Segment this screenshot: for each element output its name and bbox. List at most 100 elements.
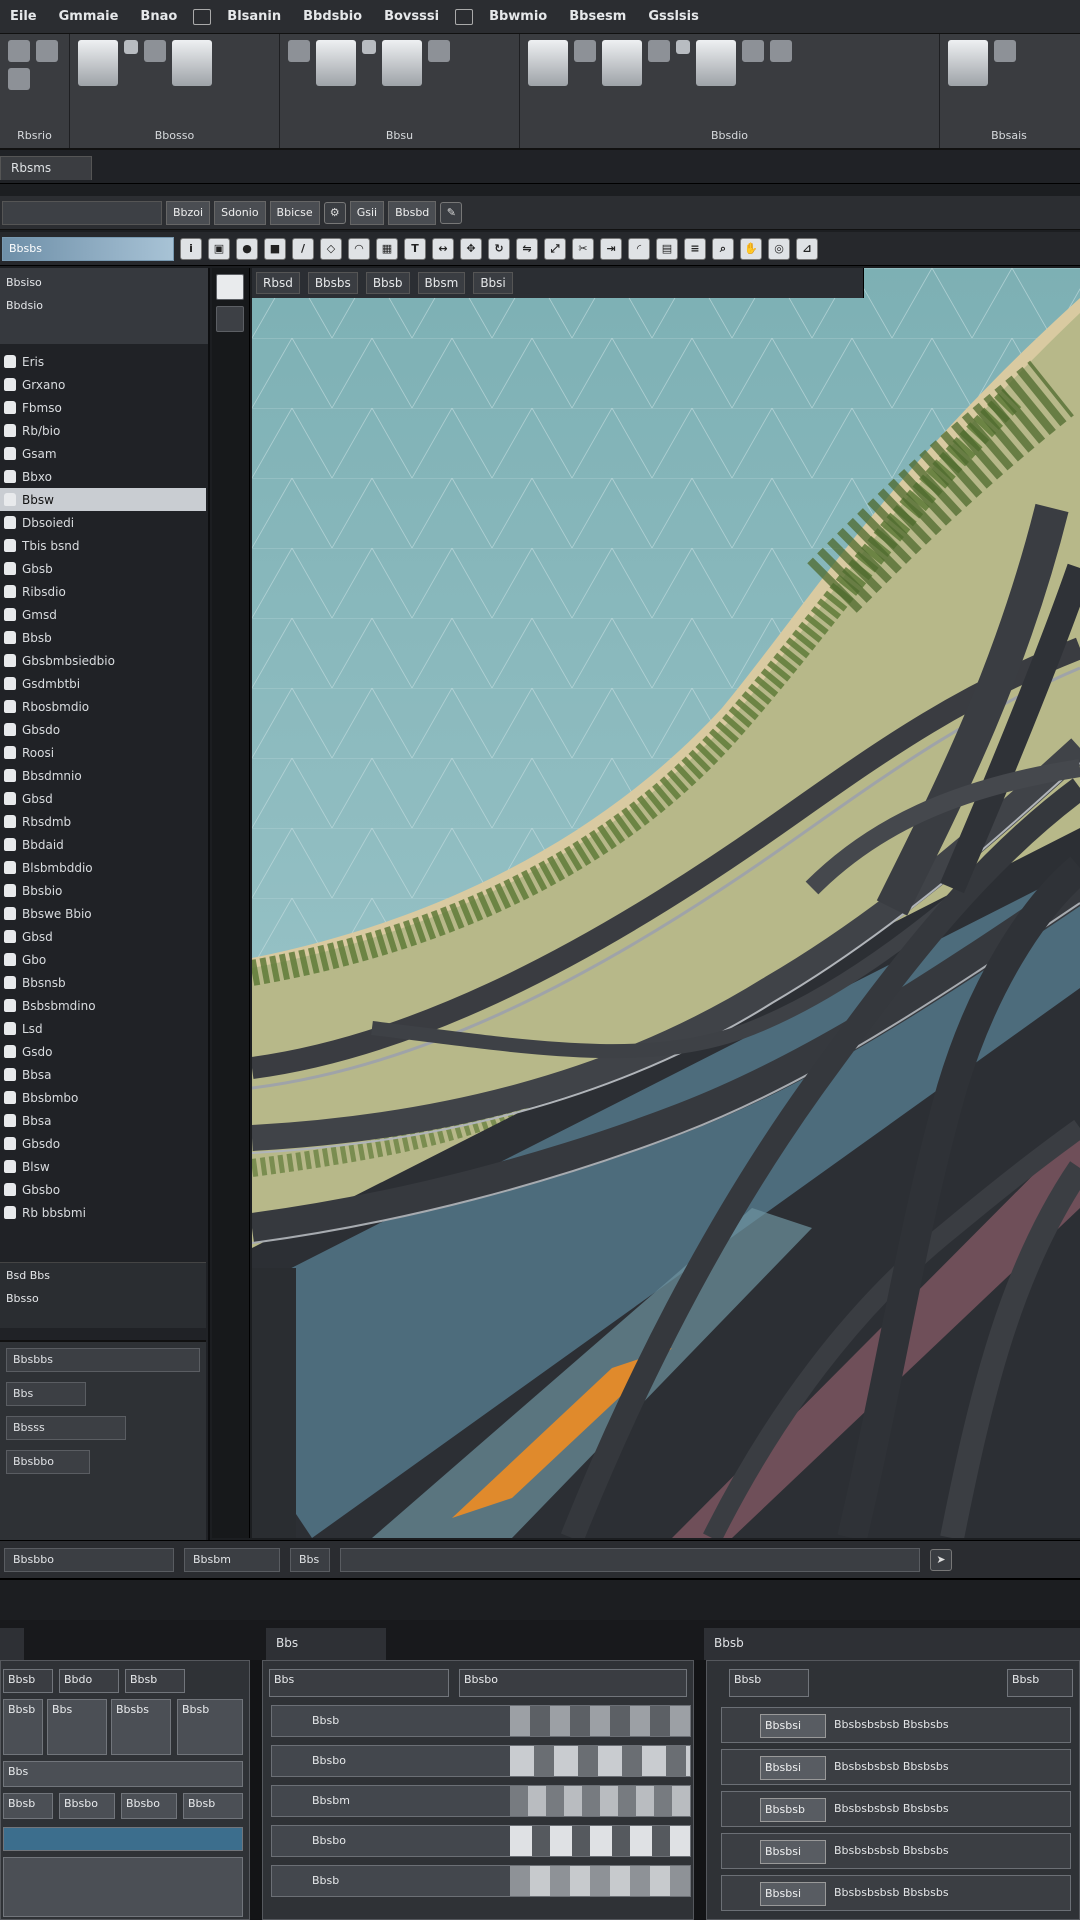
layer-bulb-icon[interactable] xyxy=(4,1068,16,1081)
ribbon-tool-icon[interactable] xyxy=(144,40,166,62)
menu-view[interactable]: Bnao xyxy=(134,7,183,26)
layer-item[interactable]: Blsw xyxy=(0,1155,206,1178)
layer-item[interactable]: Gbsd xyxy=(0,925,206,948)
sheet-row[interactable]: Bbsbo xyxy=(271,1825,691,1857)
extend-icon[interactable]: ⇥ xyxy=(600,237,622,260)
layer-item[interactable]: Bbsa xyxy=(0,1109,206,1132)
layer-item[interactable]: Gbsb xyxy=(0,557,206,580)
layer-bulb-icon[interactable] xyxy=(4,1022,16,1035)
menu-insert[interactable]: Blsanin xyxy=(221,7,287,26)
layer-bulb-icon[interactable] xyxy=(4,1183,16,1196)
layer-item[interactable]: Roosi xyxy=(0,741,206,764)
property-field[interactable]: Bbsss xyxy=(6,1416,126,1440)
sheet-row[interactable]: Bbsbm xyxy=(271,1785,691,1817)
ribbon-tool-icon[interactable] xyxy=(288,40,310,62)
layer-item[interactable]: Gbsbo xyxy=(0,1178,206,1201)
layer-bulb-icon[interactable] xyxy=(4,953,16,966)
sheet-row[interactable]: Bbsb xyxy=(271,1865,691,1897)
grid-cell[interactable]: Bbsbo xyxy=(59,1793,115,1819)
layer-item[interactable]: Gsam xyxy=(0,442,206,465)
layer-search-input[interactable]: Bbsbs xyxy=(2,236,174,261)
layer-bulb-icon[interactable] xyxy=(4,631,16,644)
layer-item[interactable]: Gsdmbtbi xyxy=(0,672,206,695)
layer-bulb-icon[interactable] xyxy=(4,654,16,667)
layer-item[interactable]: Gsdo xyxy=(0,1040,206,1063)
sheet-row[interactable]: Bbsb xyxy=(271,1705,691,1737)
ribbon-tool-icon[interactable] xyxy=(36,40,58,62)
layer-bulb-icon[interactable] xyxy=(4,1091,16,1104)
layer-bulb-icon[interactable] xyxy=(4,378,16,391)
toolbar-settings-icon[interactable]: ⚙ xyxy=(323,201,346,224)
toolbar-dropdown[interactable] xyxy=(2,200,162,225)
layer-item[interactable]: Bbdaid xyxy=(0,833,206,856)
layer-item[interactable]: Gmsd xyxy=(0,603,206,626)
ribbon-large-tool-icon[interactable] xyxy=(316,40,356,86)
move-icon[interactable]: ✥ xyxy=(460,237,482,260)
array-icon[interactable]: ▤ xyxy=(656,237,678,260)
bottom-tab-1[interactable]: Bbs xyxy=(266,1628,386,1660)
layer-bulb-icon[interactable] xyxy=(4,1045,16,1058)
layer-bulb-icon[interactable] xyxy=(4,447,16,460)
grid-thumbnail-row[interactable] xyxy=(3,1857,243,1917)
pin-icon[interactable] xyxy=(216,274,244,300)
menu-file[interactable]: Eile xyxy=(4,7,43,26)
layer-bulb-icon[interactable] xyxy=(4,516,16,529)
viewport-settings-button[interactable]: Bbsi xyxy=(473,272,513,294)
menu-window[interactable]: Gsslsis xyxy=(642,7,705,26)
cursor-icon[interactable]: ➤ xyxy=(930,1548,952,1571)
arc-icon[interactable]: ◠ xyxy=(348,237,370,260)
grid-cell[interactable]: Bbsb xyxy=(183,1793,243,1819)
layer-bulb-icon[interactable] xyxy=(4,401,16,414)
layer-item[interactable]: Bbsbio xyxy=(0,879,206,902)
layer-bulb-icon[interactable] xyxy=(4,585,16,598)
layer-bulb-icon[interactable] xyxy=(4,1137,16,1150)
layer-item[interactable]: Bbsb xyxy=(0,626,206,649)
sheet-row[interactable]: Bbsbo xyxy=(271,1745,691,1777)
layer-bulb-icon[interactable] xyxy=(4,608,16,621)
layer-item[interactable]: Bbsw xyxy=(0,488,206,511)
property-row[interactable]: Bbsbsi Bbsbsbsbsb Bbsbsbs xyxy=(721,1875,1071,1911)
bottom-tab-2[interactable]: Bbsb xyxy=(704,1628,1080,1660)
layer-bulb-icon[interactable] xyxy=(4,493,16,506)
layer-item[interactable]: Rb bbsbmi xyxy=(0,1201,206,1224)
measure-icon[interactable]: ⊿ xyxy=(796,237,818,260)
panel-toggle-icon[interactable] xyxy=(216,306,244,332)
ribbon-large-tool-icon[interactable] xyxy=(948,40,988,86)
text-icon[interactable]: T xyxy=(404,237,426,260)
viewport-mode-button[interactable]: Bbsm xyxy=(417,272,466,294)
menu-format[interactable]: Bbdsbio xyxy=(297,7,368,26)
grid-cell[interactable]: Bbsbo xyxy=(121,1793,177,1819)
layer-item[interactable]: Rbsdmb xyxy=(0,810,206,833)
menu-tools[interactable]: Bovsssi xyxy=(378,7,445,26)
layer-bulb-icon[interactable] xyxy=(4,907,16,920)
layer-item[interactable]: Gbsdo xyxy=(0,718,206,741)
layer-bulb-icon[interactable] xyxy=(4,746,16,759)
layer-bulb-icon[interactable] xyxy=(4,355,16,368)
ribbon-tool-icon[interactable] xyxy=(648,40,670,62)
ribbon-tool-icon[interactable] xyxy=(428,40,450,62)
property-field[interactable]: Bbs xyxy=(6,1382,86,1406)
circle-icon[interactable]: ● xyxy=(236,237,258,260)
highway-interchange-render[interactable] xyxy=(252,268,1080,1538)
ribbon-tool-icon[interactable] xyxy=(994,40,1016,62)
grid-highlight-row[interactable] xyxy=(3,1827,243,1851)
ribbon-large-tool-icon[interactable] xyxy=(172,40,212,86)
ribbon-tool-icon[interactable] xyxy=(8,68,30,90)
ribbon-tool-icon[interactable] xyxy=(8,40,30,62)
drawing-viewport[interactable]: Rbsd Bbsbs Bbsb Bbsm Bbsi xyxy=(252,268,1080,1538)
ribbon-tool-icon[interactable] xyxy=(574,40,596,62)
grid-cell[interactable]: Bbsbs xyxy=(111,1699,171,1755)
layer-item[interactable]: Bsbsbmdino xyxy=(0,994,206,1017)
ribbon-large-tool-icon[interactable] xyxy=(528,40,568,86)
rotate-icon[interactable]: ↻ xyxy=(488,237,510,260)
layer-item[interactable]: Eris xyxy=(0,350,206,373)
ribbon-tool-icon[interactable] xyxy=(362,40,376,54)
grid-cell[interactable]: Bbs xyxy=(47,1699,107,1755)
select-icon[interactable]: ▣ xyxy=(208,237,230,260)
line-icon[interactable]: / xyxy=(292,237,314,260)
layer-bulb-icon[interactable] xyxy=(4,424,16,437)
grid-cell[interactable]: Bbs xyxy=(3,1761,243,1787)
property-row[interactable]: Bbsbsi Bbsbsbsbsb Bbsbsbs xyxy=(721,1707,1071,1743)
layer-bulb-icon[interactable] xyxy=(4,792,16,805)
viewport-view-button[interactable]: Rbsd xyxy=(256,272,300,294)
